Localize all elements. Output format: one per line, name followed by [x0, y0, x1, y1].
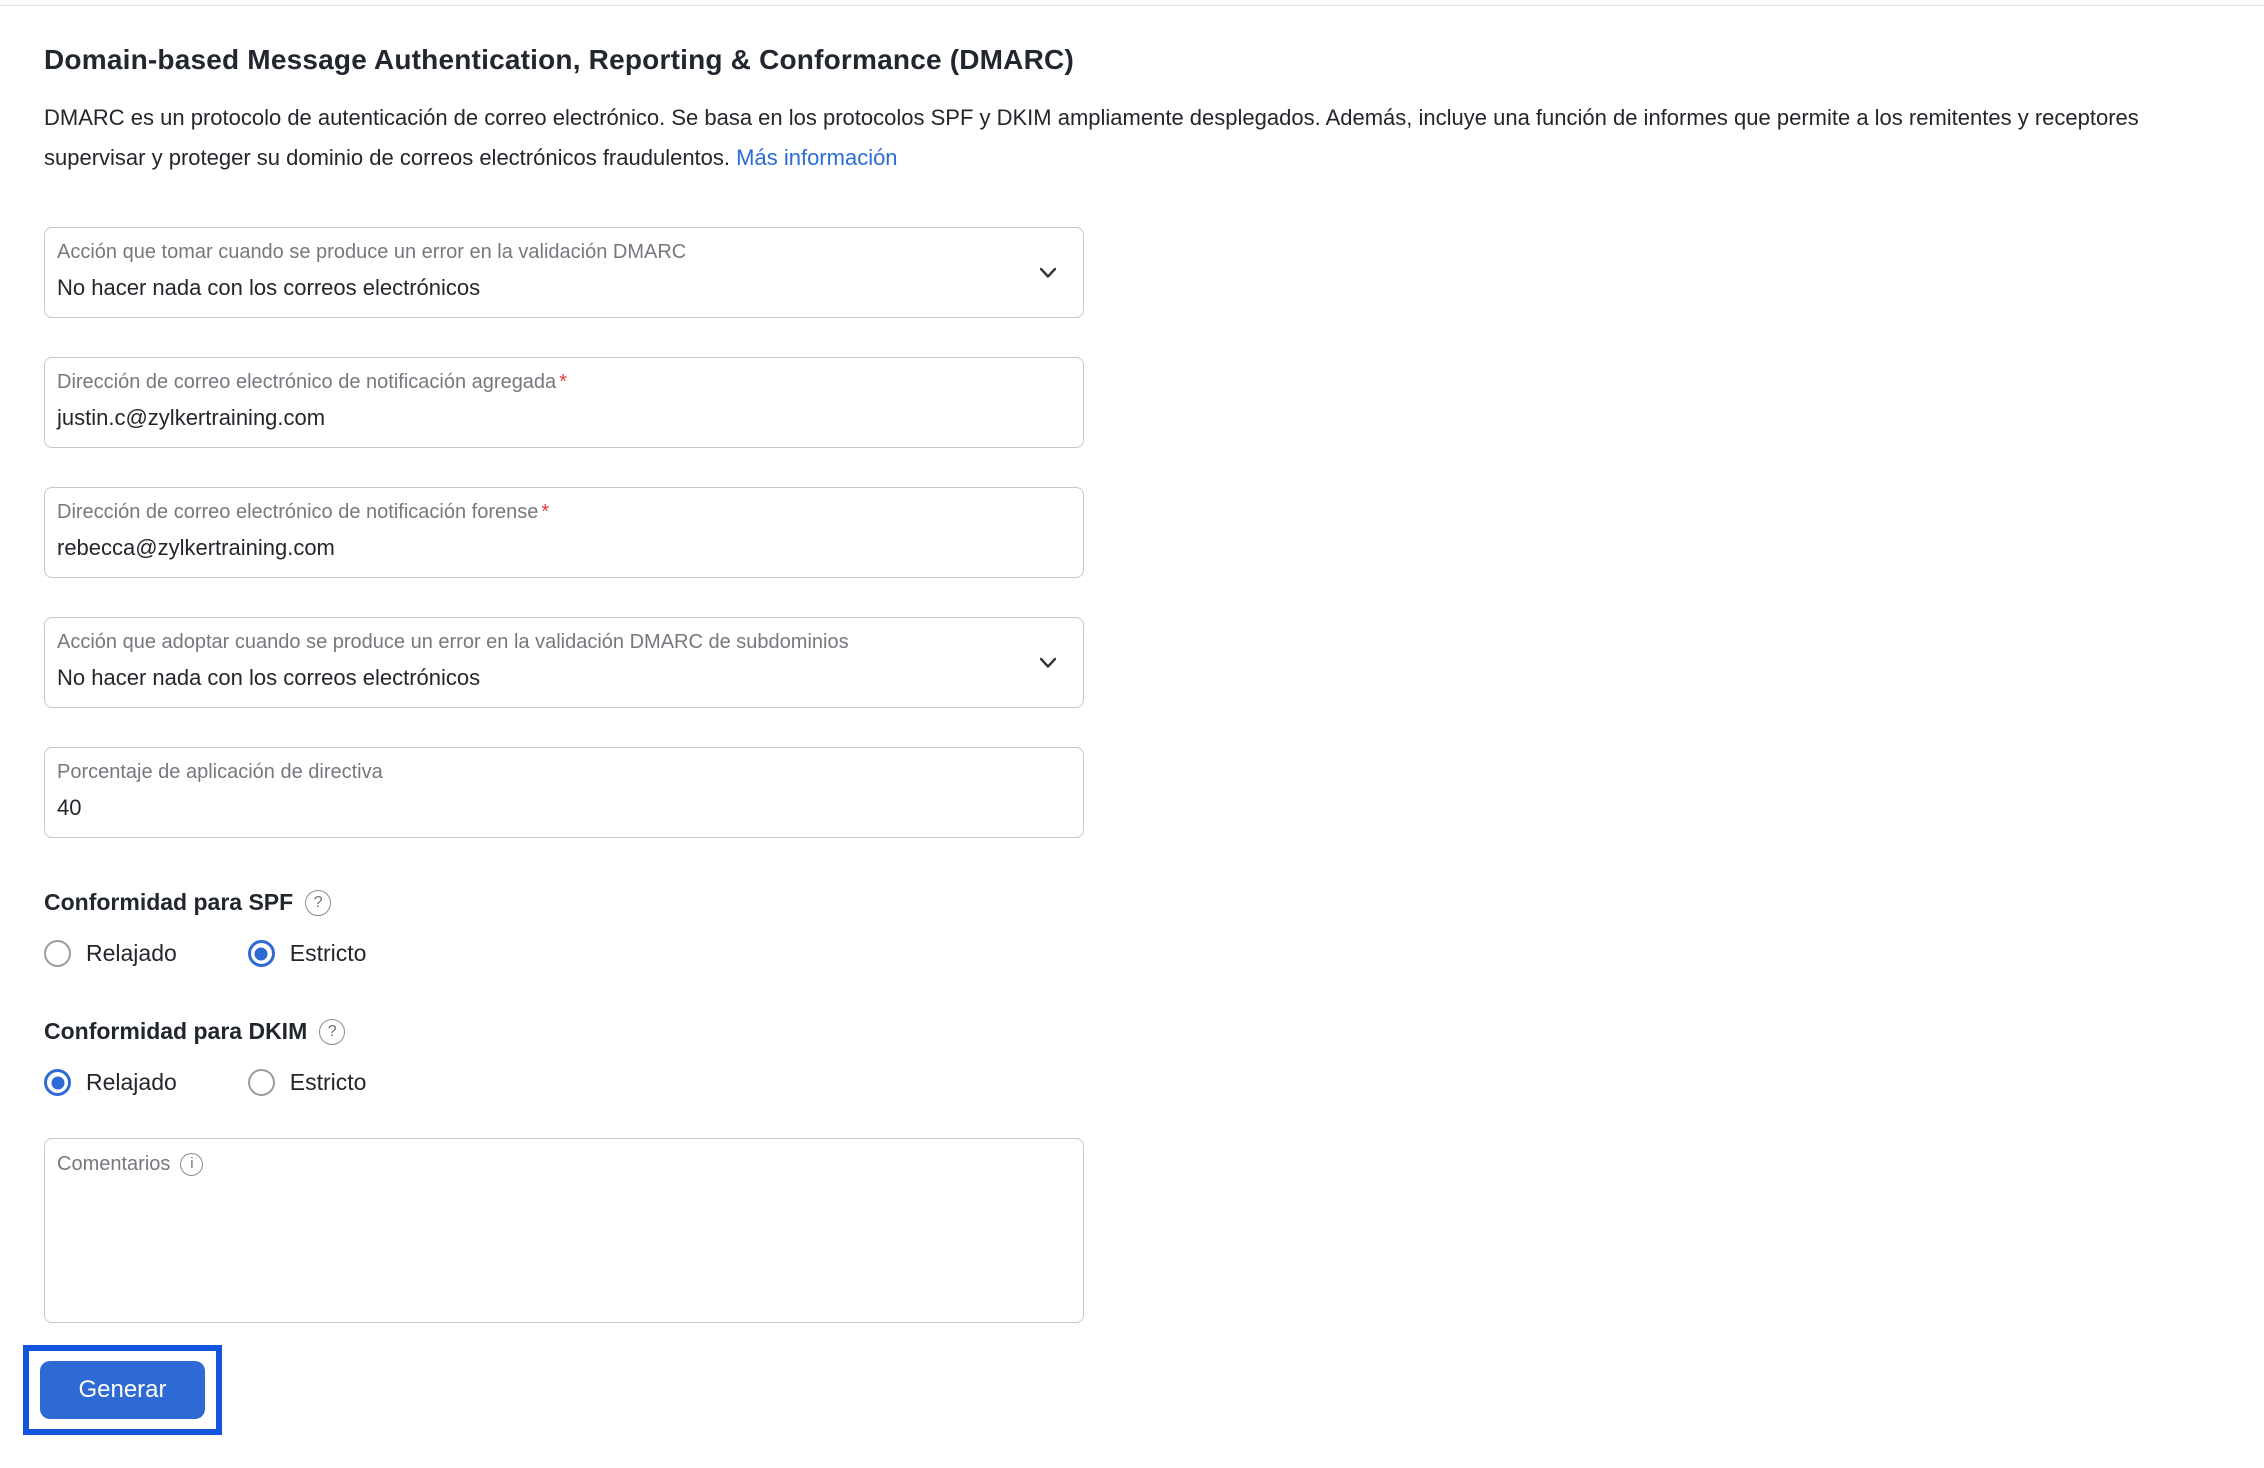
spf-alignment-label: Conformidad para SPF — [44, 889, 294, 915]
page-description: DMARC es un protocolo de autenticación d… — [44, 98, 2220, 178]
field-value: rebecca@zylkertraining.com — [57, 535, 335, 560]
dmarc-settings-section: Domain-based Message Authentication, Rep… — [0, 0, 2264, 1435]
dmarc-form: Acción que tomar cuando se produce un er… — [23, 227, 1084, 1435]
field-label: Porcentaje de aplicación de directiva — [57, 761, 383, 783]
radio-label[interactable]: Estricto — [290, 940, 367, 967]
description-text: DMARC es un protocolo de autenticación d… — [44, 105, 2139, 170]
comments-textarea[interactable]: Comentarios i — [44, 1138, 1084, 1323]
help-icon[interactable]: ? — [305, 889, 332, 916]
radio-selected-icon[interactable] — [247, 940, 275, 967]
dkim-alignment-header: Conformidad para DKIM ? — [44, 1018, 1084, 1045]
radio-label[interactable]: Relajado — [86, 940, 177, 967]
learn-more-link[interactable]: Más información — [736, 145, 897, 170]
chevron-down-icon — [1039, 657, 1057, 668]
generate-button-highlight-box: Generar — [23, 1345, 222, 1435]
subdomain-failure-action-select[interactable]: Acción que adoptar cuando se produce un … — [44, 617, 1084, 708]
page-title: Domain-based Message Authentication, Rep… — [44, 44, 1074, 75]
radio-selected-icon[interactable] — [44, 1069, 71, 1096]
generate-button[interactable]: Generar — [40, 1361, 205, 1419]
radio-unselected-icon[interactable] — [44, 940, 71, 967]
label-text: Dirección de correo electrónico de notif… — [57, 501, 539, 523]
selected-value: No hacer nada con los correos electrónic… — [57, 665, 481, 690]
field-label: Acción que adoptar cuando se produce un … — [57, 631, 849, 653]
forensic-notification-email-field[interactable]: Dirección de correo electrónico de notif… — [44, 487, 1084, 578]
radio-label[interactable]: Relajado — [86, 1069, 177, 1096]
spf-alignment-header: Conformidad para SPF ? — [44, 889, 1084, 916]
dkim-strict-option[interactable]: Estricto — [247, 1069, 367, 1096]
aggregate-notification-email-field[interactable]: Dirección de correo electrónico de notif… — [44, 357, 1084, 448]
field-label: Acción que tomar cuando se produce un er… — [57, 241, 687, 263]
spf-alignment-options: Relajado Estricto — [44, 940, 1084, 967]
required-asterisk: * — [541, 501, 550, 523]
help-icon[interactable]: ? — [319, 1018, 346, 1045]
comments-label-row: Comentarios i — [57, 1153, 1067, 1176]
dkim-alignment-label: Conformidad para DKIM — [44, 1018, 308, 1044]
label-text: Dirección de correo electrónico de notif… — [57, 371, 557, 393]
selected-value: No hacer nada con los correos electrónic… — [57, 275, 481, 300]
radio-unselected-icon[interactable] — [247, 1069, 275, 1096]
spf-relaxed-option[interactable]: Relajado — [44, 940, 177, 967]
field-value: justin.c@zylkertraining.com — [57, 405, 326, 430]
dkim-alignment-options: Relajado Estricto — [44, 1069, 1084, 1096]
required-asterisk: * — [559, 371, 567, 393]
spf-strict-option[interactable]: Estricto — [247, 940, 367, 967]
field-label: Dirección de correo electrónico de notif… — [57, 371, 1023, 394]
info-icon[interactable]: i — [180, 1153, 204, 1176]
chevron-down-icon — [1039, 267, 1057, 278]
field-value: 40 — [57, 795, 82, 820]
dkim-relaxed-option[interactable]: Relajado — [44, 1069, 177, 1096]
policy-percentage-field[interactable]: Porcentaje de aplicación de directiva 40 — [44, 747, 1084, 838]
radio-label[interactable]: Estricto — [290, 1069, 367, 1096]
comments-label: Comentarios — [57, 1153, 171, 1175]
dmarc-failure-action-select[interactable]: Acción que tomar cuando se produce un er… — [44, 227, 1084, 318]
field-label: Dirección de correo electrónico de notif… — [57, 501, 1023, 524]
top-divider — [0, 5, 2264, 6]
